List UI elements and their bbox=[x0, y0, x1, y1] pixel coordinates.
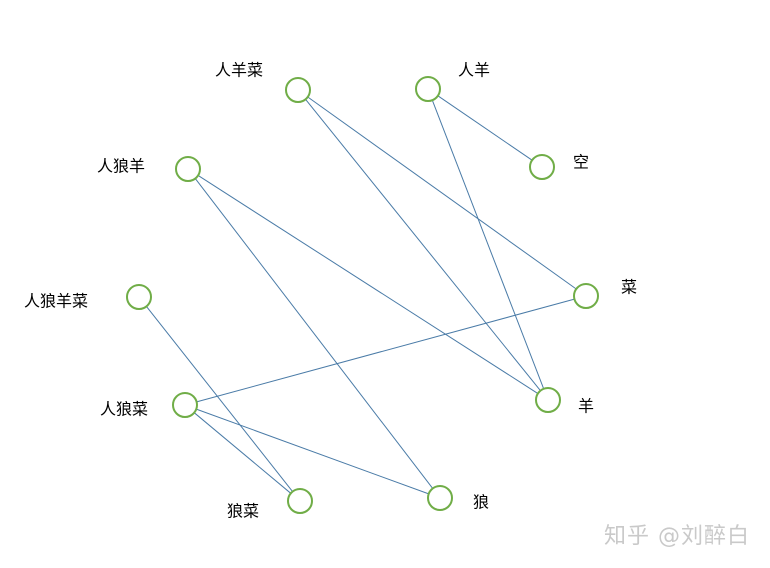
state-graph: 人羊菜 人羊空人狼羊菜人狼羊菜羊人狼菜狼菜狼 bbox=[24, 61, 637, 521]
edge-rys-yang bbox=[305, 99, 541, 391]
node-rlyc bbox=[126, 284, 152, 310]
node-label-lang: 狼 bbox=[473, 493, 489, 512]
edge-rlyc-lc bbox=[146, 306, 293, 492]
node-label-rlyc: 人狼羊菜 bbox=[24, 292, 88, 311]
node-label-cai: 菜 bbox=[621, 278, 637, 297]
watermark: 知乎 @刘醉白 bbox=[604, 524, 750, 549]
edge-rlc-cai bbox=[196, 298, 575, 403]
node-ry bbox=[415, 76, 441, 102]
node-label-kong: 空 bbox=[573, 153, 589, 172]
node-cai bbox=[573, 283, 599, 309]
node-kong bbox=[529, 154, 555, 180]
node-lang bbox=[427, 485, 453, 511]
node-rly bbox=[175, 156, 201, 182]
edge-rlc-lang bbox=[196, 408, 429, 495]
node-label-rly: 人狼羊 bbox=[97, 157, 145, 176]
node-label-rys: 人羊菜 bbox=[215, 61, 263, 80]
node-label-ry: 人羊 bbox=[458, 61, 490, 80]
edge-rly-yang bbox=[197, 175, 539, 394]
nodes-layer bbox=[126, 76, 599, 514]
node-label-rlc: 人狼菜 bbox=[100, 400, 148, 419]
labels-layer: 人羊菜 人羊空人狼羊菜人狼羊菜羊人狼菜狼菜狼 bbox=[24, 61, 637, 521]
edge-rlc-lc bbox=[193, 412, 292, 494]
edge-rly-lang bbox=[194, 178, 434, 489]
edges-layer bbox=[146, 95, 577, 495]
node-yang bbox=[535, 387, 561, 413]
node-label-yang: 羊 bbox=[578, 397, 594, 416]
edge-ry-yang bbox=[431, 100, 545, 389]
node-label-lc: 狼菜 bbox=[227, 502, 259, 521]
node-rlc bbox=[172, 392, 198, 418]
node-lc bbox=[287, 488, 313, 514]
node-rys bbox=[285, 77, 311, 103]
